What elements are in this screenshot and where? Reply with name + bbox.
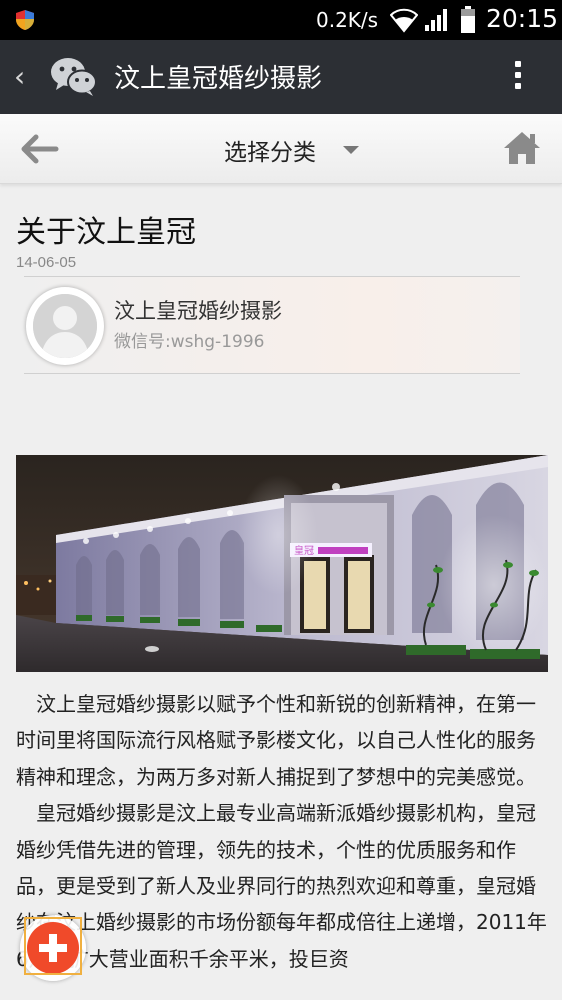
- back-arrow-icon[interactable]: [18, 133, 60, 165]
- storefront-photo: 皇冠: [16, 455, 548, 672]
- site-nav-bar: 选择分类: [0, 114, 562, 184]
- wechat-title-bar: ‹ 汶上皇冠婚纱摄影: [0, 40, 562, 114]
- article-title: 关于汶上皇冠: [16, 215, 196, 250]
- signal-icon: [425, 9, 447, 31]
- focus-frame: [24, 917, 82, 975]
- network-speed: 0.2K/s: [316, 8, 379, 32]
- article-body: 汶上皇冠婚纱摄影以赋予个性和新锐的创新精神，在第一时间里将国际流行风格赋予影楼文…: [16, 686, 548, 977]
- avatar: [26, 287, 104, 365]
- battery-icon: [461, 6, 475, 33]
- dropdown-caret-icon[interactable]: [343, 146, 359, 154]
- account-name: 汶上皇冠婚纱摄影: [114, 299, 282, 323]
- home-icon[interactable]: [502, 130, 542, 166]
- wechat-logo-icon: [51, 58, 97, 96]
- chat-title: 汶上皇冠婚纱摄影: [114, 64, 323, 94]
- more-vert-icon[interactable]: [510, 58, 526, 96]
- account-card[interactable]: 汶上皇冠婚纱摄影 微信号:wshg-1996: [24, 276, 520, 374]
- account-wechat-id: 微信号:wshg-1996: [114, 332, 265, 352]
- back-button[interactable]: ‹: [14, 60, 25, 93]
- article-date: 14-06-05: [16, 254, 77, 271]
- shield-icon: [16, 10, 34, 30]
- article-paragraph: 皇冠婚纱摄影是汶上最专业高端新派婚纱摄影机构，皇冠婚纱凭借先进的管理，领先的技术…: [16, 801, 547, 971]
- status-bar: 0.2K/s 20:15: [0, 0, 562, 40]
- floating-add-button[interactable]: [20, 915, 86, 981]
- category-select[interactable]: 选择分类: [224, 133, 316, 167]
- article-paragraph: 汶上皇冠婚纱摄影以赋予个性和新锐的创新精神，在第一时间里将国际流行风格赋予影楼文…: [16, 692, 536, 789]
- clock: 20:15: [486, 4, 559, 33]
- wifi-icon: [390, 8, 418, 33]
- default-avatar-icon: [33, 294, 97, 358]
